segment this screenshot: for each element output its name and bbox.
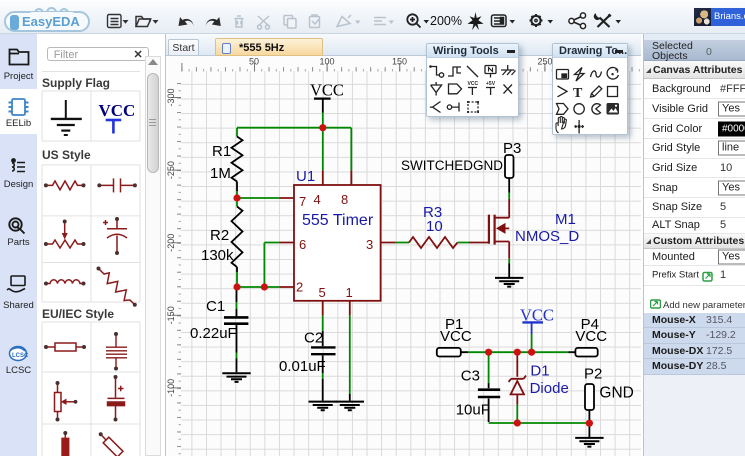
svg-text:T: T [573, 85, 583, 100]
svg-text:VCC: VCC [440, 328, 472, 345]
svg-text:C2: C2 [304, 330, 323, 347]
svg-text:NMOS_D: NMOS_D [515, 228, 579, 245]
svg-text:P3: P3 [503, 140, 521, 157]
svg-text:10: 10 [426, 218, 443, 235]
svg-text:2: 2 [296, 279, 303, 294]
svg-text:-150: -150 [166, 306, 176, 324]
svg-text:Diode: Diode [530, 380, 569, 397]
svg-text:-100: -100 [166, 379, 176, 397]
svg-text:-250: -250 [166, 161, 176, 179]
svg-text:8: 8 [341, 192, 348, 207]
svg-text:GND: GND [599, 385, 633, 402]
svg-text:C1: C1 [206, 298, 225, 315]
svg-text:VCC: VCC [575, 328, 607, 345]
svg-text:-200: -200 [166, 234, 176, 252]
svg-text:D1: D1 [530, 362, 549, 379]
svg-text:P2: P2 [584, 366, 602, 383]
svg-text:1M: 1M [210, 165, 231, 182]
svg-text:VCC: VCC [310, 81, 344, 100]
svg-text:7: 7 [299, 194, 306, 209]
svg-text:M1: M1 [555, 211, 576, 228]
svg-text:3: 3 [366, 237, 373, 252]
svg-text:250: 250 [538, 57, 553, 67]
svg-text:6: 6 [299, 237, 306, 252]
svg-text:VCC: VCC [468, 81, 479, 87]
svg-text:VCC: VCC [99, 101, 136, 120]
svg-text:555 Timer: 555 Timer [302, 212, 374, 229]
svg-text:R2: R2 [210, 227, 229, 244]
svg-text:C3: C3 [461, 367, 480, 384]
svg-text:SWITCHEDGND: SWITCHEDGND [401, 158, 503, 173]
svg-text:0.01uF: 0.01uF [279, 358, 326, 375]
svg-text:10uF: 10uF [456, 402, 490, 419]
svg-text:1: 1 [346, 285, 353, 300]
svg-text:100: 100 [320, 57, 335, 67]
svg-text:R1: R1 [212, 143, 231, 160]
svg-text:50: 50 [249, 57, 259, 67]
svg-text:+5V: +5V [486, 81, 496, 87]
svg-text:LCSC: LCSC [12, 353, 29, 359]
svg-text:150: 150 [392, 57, 407, 67]
svg-text:4: 4 [314, 192, 321, 207]
svg-text:130k: 130k [201, 247, 234, 264]
svg-text:-300: -300 [166, 88, 176, 106]
svg-text:U1: U1 [296, 168, 315, 185]
svg-text:0.22uF: 0.22uF [190, 325, 237, 342]
svg-text:5: 5 [319, 285, 326, 300]
